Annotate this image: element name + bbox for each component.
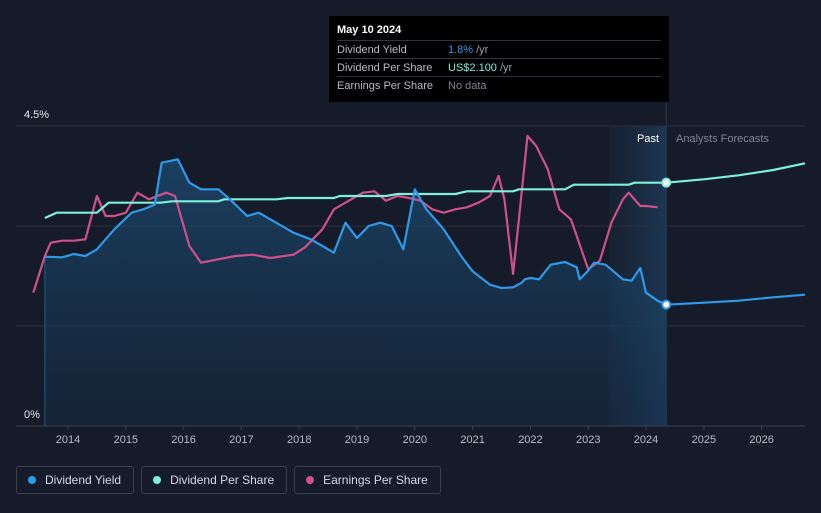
legend-label-earnings-per-share: Earnings Per Share: [323, 473, 428, 487]
x-tick-label-2019: 2019: [345, 434, 369, 446]
x-tick-label-2025: 2025: [692, 434, 716, 446]
earnings-per-share-dot-icon: [306, 476, 315, 484]
dividend-per-share-marker: [661, 177, 672, 188]
tooltip-row-eps: Earnings Per Share No data: [337, 76, 661, 94]
x-tick-label-2023: 2023: [576, 434, 600, 446]
dividend-yield-marker: [661, 299, 672, 310]
tooltip-row-yield: Dividend Yield 1.8% /yr: [337, 40, 661, 58]
legend-item-earnings-per-share[interactable]: Earnings Per Share: [294, 466, 441, 494]
legend-item-dividend-per-share[interactable]: Dividend Per Share: [141, 466, 288, 494]
tooltip-date: May 10 2024: [337, 24, 402, 36]
x-tick-label-2017: 2017: [229, 434, 253, 446]
x-tick-label-2014: 2014: [56, 434, 80, 446]
legend: Dividend Yield Dividend Per Share Earnin…: [16, 466, 441, 494]
tooltip-unit-dps: /yr: [499, 61, 513, 74]
x-tick-label-2015: 2015: [114, 434, 138, 446]
tooltip-value-dps: US$2.100: [448, 61, 497, 74]
legend-label-dividend-per-share: Dividend Per Share: [170, 473, 275, 487]
tooltip-value-eps: No data: [448, 79, 487, 92]
x-tick-label-2021: 2021: [460, 434, 484, 446]
x-tick-label-2020: 2020: [403, 434, 427, 446]
legend-item-dividend-yield[interactable]: Dividend Yield: [16, 466, 135, 494]
x-tick-label-2022: 2022: [518, 434, 542, 446]
tooltip-label-eps: Earnings Per Share: [337, 79, 433, 92]
tooltip-value-yield: 1.8%: [448, 43, 474, 56]
past-label: Past: [637, 133, 659, 145]
tooltip-label-dps: Dividend Per Share: [337, 61, 433, 74]
tooltip-unit-yield: /yr: [476, 43, 489, 56]
dividend-per-share-dot-icon: [153, 476, 162, 484]
y-axis-bottom-label: 0%: [24, 409, 40, 421]
x-tick-label-2024: 2024: [634, 434, 658, 446]
forecast-label: Analysts Forecasts: [676, 133, 769, 145]
legend-label-dividend-yield: Dividend Yield: [45, 473, 122, 487]
y-axis-top-label: 4.5%: [24, 109, 49, 121]
dividend-yield-area: [44, 159, 667, 427]
x-tick-label-2026: 2026: [749, 434, 773, 446]
dividend-per-share-forecast-line: [666, 162, 806, 184]
tooltip-row-dps: Dividend Per Share US$2.100 /yr: [337, 58, 661, 76]
dividend-yield-forecast-line: [666, 293, 806, 306]
tooltip: May 10 2024 Dividend Yield 1.8% /yr Divi…: [329, 16, 669, 102]
dividend-yield-dot-icon: [28, 476, 36, 484]
x-tick-label-2018: 2018: [287, 434, 311, 446]
tooltip-label-yield: Dividend Yield: [337, 43, 407, 56]
x-tick-label-2016: 2016: [171, 434, 195, 446]
